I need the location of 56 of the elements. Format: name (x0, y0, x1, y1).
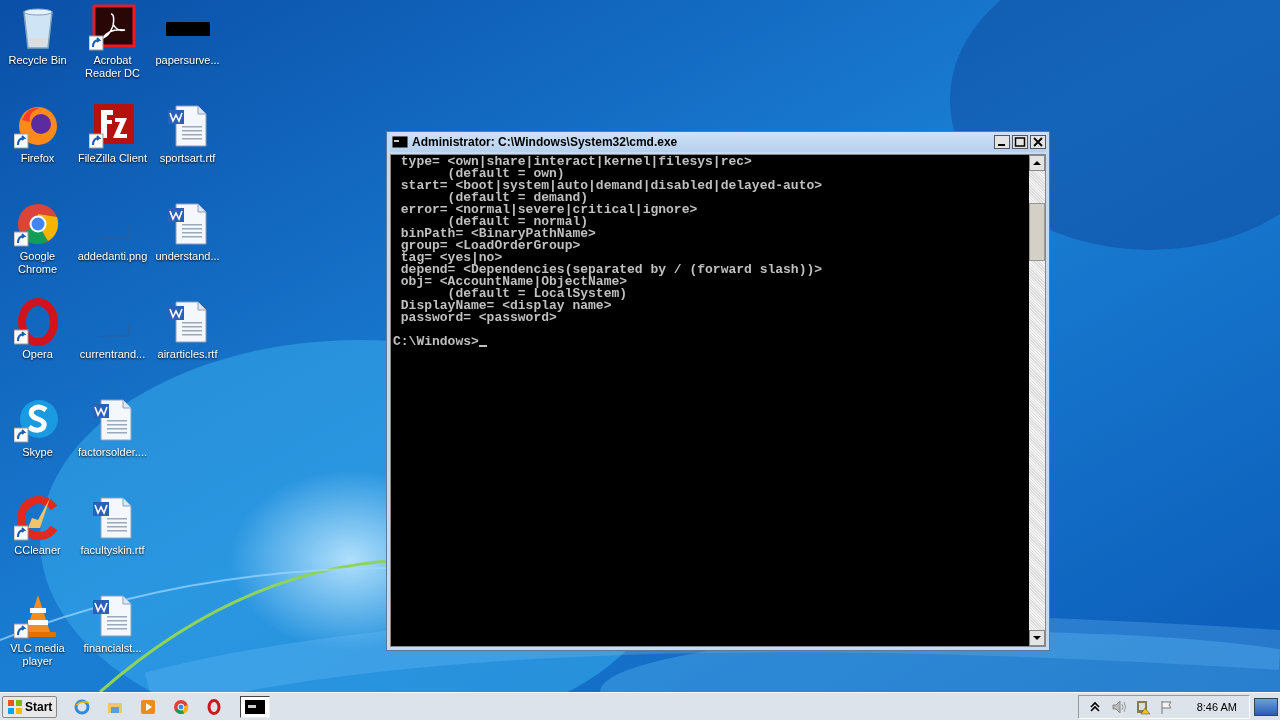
start-button[interactable]: Start (2, 695, 58, 718)
console-line: type= <own|share|interact|kernel|filesys|rec> (399, 156, 752, 168)
start-logo-icon (7, 698, 23, 715)
console-icon (392, 136, 408, 148)
console-line: error= <normal|severe|critical|ignore> (399, 204, 698, 216)
cursor-icon (478, 345, 487, 347)
console-line: tag= <yes|no> (399, 252, 503, 264)
taskbar-button[interactable] (240, 695, 271, 718)
icon-label[interactable]: Recycle Bin (8, 54, 67, 67)
icon-label[interactable]: Acrobat Reader DC (75, 54, 150, 80)
console-line: (default = normal) (447, 216, 589, 228)
console-line: depend= <Dependencies(separated by / (forward slash))> (399, 264, 823, 276)
icon-label[interactable]: Opera (22, 348, 53, 361)
icon-label[interactable]: Firefox (20, 152, 55, 165)
scroll-up-icon[interactable] (1029, 155, 1045, 171)
icon-label[interactable]: sportsart.rtf (159, 152, 216, 165)
icon-label[interactable]: airarticles.rtf (157, 348, 218, 361)
console-line: DisplayName= <display name> (399, 300, 612, 312)
globe-icon[interactable] (74, 698, 91, 715)
icon-label[interactable]: factorsolder.... (77, 446, 148, 459)
console-line: password= <password> (399, 312, 557, 324)
icon-label[interactable]: FileZilla Client (77, 152, 148, 165)
console-line: (default = LocalSystem) (447, 288, 628, 300)
icon-label[interactable]: currentrand... (79, 348, 146, 361)
zigzag-tile-icon[interactable] (88, 102, 137, 150)
icon-label[interactable]: Google Chrome (0, 250, 75, 276)
console-line: obj= <AccountName|ObjectName> (399, 276, 628, 288)
speaker-icon[interactable] (1110, 698, 1127, 715)
scrollbar-thumb[interactable] (1029, 203, 1045, 261)
show-desktop-button[interactable] (1254, 697, 1278, 716)
console-line: start= <boot|system|auto|demand|disabled|delayed-auto> (399, 180, 823, 192)
console-line: (default = own) (447, 168, 565, 180)
console-icon (245, 699, 266, 714)
minimize-icon[interactable] (994, 135, 1010, 149)
close-icon[interactable] (1030, 135, 1046, 149)
icon-label[interactable]: understand... (155, 250, 220, 263)
clock[interactable]: 8:46 AM (1196, 700, 1237, 713)
ring-icon[interactable] (206, 698, 223, 715)
scrollbar[interactable] (1029, 155, 1045, 646)
icon-label[interactable]: addedanti.png (77, 250, 148, 263)
scroll-down-icon[interactable] (1029, 630, 1045, 646)
icon-label[interactable]: CCleaner (14, 544, 61, 557)
command-prompt: C:\Windows> (393, 336, 479, 348)
browser-circle-icon[interactable] (173, 698, 190, 715)
flag-icon[interactable] (1158, 698, 1175, 715)
icon-label[interactable]: financialst... (83, 642, 142, 655)
console-line: binPath= <BinaryPathName> (399, 228, 596, 240)
maximize-icon[interactable] (1012, 135, 1028, 149)
console-line: (default = demand) (446, 192, 589, 204)
icon-label[interactable]: facultyskin.rtf (80, 544, 145, 557)
icon-label[interactable]: VLC media player (0, 642, 75, 668)
icon-label[interactable]: papersurve... (155, 54, 220, 67)
icon-label[interactable]: Skype (22, 446, 53, 459)
window-title: Administrator: C:\Windows\System32\cmd.exe (412, 135, 679, 149)
network-warning-icon[interactable] (1134, 698, 1151, 715)
console-line: group= <LoadOrderGroup> (399, 240, 581, 252)
